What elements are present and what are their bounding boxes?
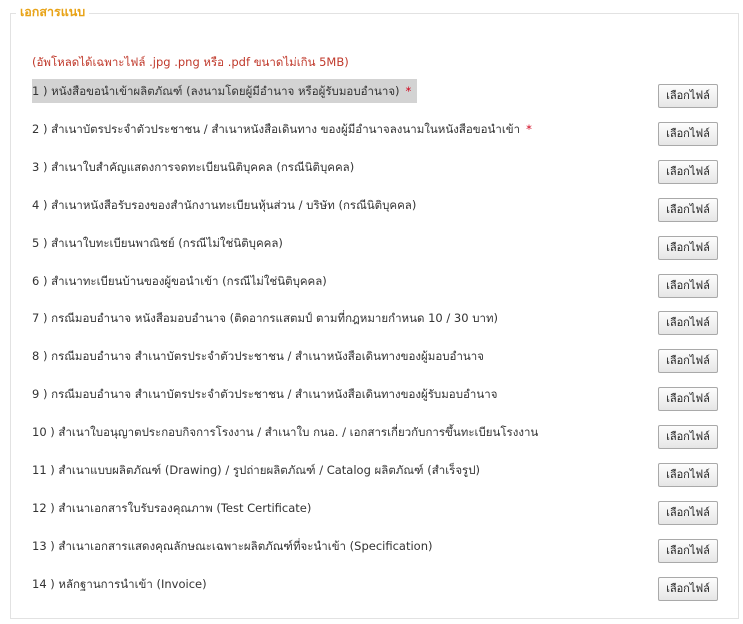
- document-row: 5 ) สำเนาใบทะเบียนพาณิชย์ (กรณีไม่ใช่นิต…: [32, 231, 720, 260]
- required-marker: *: [405, 84, 412, 98]
- document-label: 12 ) สำเนาเอกสารใบรับรองคุณภาพ (Test Cer…: [32, 496, 311, 520]
- upload-notice: (อัพโหลดได้เฉพาะไฟล์ .jpg .png หรือ .pdf…: [32, 55, 349, 69]
- choose-file-button[interactable]: เลือกไฟล์: [658, 349, 718, 373]
- choose-file-button[interactable]: เลือกไฟล์: [658, 198, 718, 222]
- document-row: 7 ) กรณีมอบอำนาจ หนังสือมอบอำนาจ (ติดอาก…: [32, 306, 720, 335]
- choose-file-button[interactable]: เลือกไฟล์: [658, 274, 718, 298]
- choose-file-button[interactable]: เลือกไฟล์: [658, 425, 718, 449]
- document-label: 7 ) กรณีมอบอำนาจ หนังสือมอบอำนาจ (ติดอาก…: [32, 306, 498, 330]
- document-label-text: 5 ) สำเนาใบทะเบียนพาณิชย์ (กรณีไม่ใช่นิต…: [32, 236, 283, 250]
- document-label-text: 3 ) สำเนาใบสำคัญแสดงการจดทะเบียนนิติบุคค…: [32, 160, 355, 174]
- document-label-text: 4 ) สำเนาหนังสือรับรองของสำนักงานทะเบียน…: [32, 198, 417, 212]
- document-label-text: 10 ) สำเนาใบอนุญาตประกอบกิจการโรงงาน / ส…: [32, 425, 539, 439]
- document-row: 12 ) สำเนาเอกสารใบรับรองคุณภาพ (Test Cer…: [32, 496, 720, 525]
- document-label: 5 ) สำเนาใบทะเบียนพาณิชย์ (กรณีไม่ใช่นิต…: [32, 231, 283, 255]
- document-row: 10 ) สำเนาใบอนุญาตประกอบกิจการโรงงาน / ส…: [32, 420, 720, 449]
- document-label-text: 11 ) สำเนาแบบผลิตภัณฑ์ (Drawing) / รูปถ่…: [32, 463, 481, 477]
- document-label: 11 ) สำเนาแบบผลิตภัณฑ์ (Drawing) / รูปถ่…: [32, 458, 480, 482]
- document-label-text: 8 ) กรณีมอบอำนาจ สำเนาบัตรประจำตัวประชาช…: [32, 349, 484, 363]
- document-row: 6 ) สำเนาทะเบียนบ้านของผู้ขอนำเข้า (กรณี…: [32, 269, 720, 298]
- document-row: 11 ) สำเนาแบบผลิตภัณฑ์ (Drawing) / รูปถ่…: [32, 458, 720, 487]
- document-label: 13 ) สำเนาเอกสารแสดงคุณลักษณะเฉพาะผลิตภั…: [32, 534, 432, 558]
- choose-file-button[interactable]: เลือกไฟล์: [658, 122, 718, 146]
- document-row: 3 ) สำเนาใบสำคัญแสดงการจดทะเบียนนิติบุคค…: [32, 155, 720, 184]
- required-marker: *: [526, 122, 532, 136]
- document-row: 1 ) หนังสือขอนำเข้าผลิตภัณฑ์ (ลงนามโดยผู…: [32, 79, 720, 108]
- document-label: 14 ) หลักฐานการนำเข้า (Invoice): [32, 572, 207, 596]
- document-row: 4 ) สำเนาหนังสือรับรองของสำนักงานทะเบียน…: [32, 193, 720, 222]
- document-row: 9 ) กรณีมอบอำนาจ สำเนาบัตรประจำตัวประชาช…: [32, 382, 720, 411]
- document-label: 8 ) กรณีมอบอำนาจ สำเนาบัตรประจำตัวประชาช…: [32, 344, 484, 368]
- choose-file-button[interactable]: เลือกไฟล์: [658, 463, 718, 487]
- choose-file-button[interactable]: เลือกไฟล์: [658, 501, 718, 525]
- document-label-text: 1 ) หนังสือขอนำเข้าผลิตภัณฑ์ (ลงนามโดยผู…: [32, 84, 400, 98]
- document-label-text: 9 ) กรณีมอบอำนาจ สำเนาบัตรประจำตัวประชาช…: [32, 387, 498, 401]
- choose-file-button[interactable]: เลือกไฟล์: [658, 236, 718, 260]
- document-label-text: 2 ) สำเนาบัตรประจำตัวประชาชน / สำเนาหนัง…: [32, 122, 521, 136]
- document-label: 2 ) สำเนาบัตรประจำตัวประชาชน / สำเนาหนัง…: [32, 117, 532, 141]
- document-label: 3 ) สำเนาใบสำคัญแสดงการจดทะเบียนนิติบุคค…: [32, 155, 354, 179]
- choose-file-button[interactable]: เลือกไฟล์: [658, 84, 718, 108]
- choose-file-button[interactable]: เลือกไฟล์: [658, 311, 718, 335]
- document-label: 6 ) สำเนาทะเบียนบ้านของผู้ขอนำเข้า (กรณี…: [32, 269, 327, 293]
- attachments-legend: เอกสารแนบ: [16, 4, 90, 20]
- document-label-text: 14 ) หลักฐานการนำเข้า (Invoice): [32, 577, 207, 591]
- document-label-text: 7 ) กรณีมอบอำนาจ หนังสือมอบอำนาจ (ติดอาก…: [32, 311, 499, 325]
- document-row: 8 ) กรณีมอบอำนาจ สำเนาบัตรประจำตัวประชาช…: [32, 344, 720, 373]
- document-row: 13 ) สำเนาเอกสารแสดงคุณลักษณะเฉพาะผลิตภั…: [32, 534, 720, 563]
- document-label: 9 ) กรณีมอบอำนาจ สำเนาบัตรประจำตัวประชาช…: [32, 382, 497, 406]
- document-label-text: 12 ) สำเนาเอกสารใบรับรองคุณภาพ (Test Cer…: [32, 501, 312, 515]
- choose-file-button[interactable]: เลือกไฟล์: [658, 160, 718, 184]
- document-label: 10 ) สำเนาใบอนุญาตประกอบกิจการโรงงาน / ส…: [32, 420, 538, 444]
- choose-file-button[interactable]: เลือกไฟล์: [658, 577, 718, 601]
- document-label-text: 6 ) สำเนาทะเบียนบ้านของผู้ขอนำเข้า (กรณี…: [32, 274, 327, 288]
- choose-file-button[interactable]: เลือกไฟล์: [658, 539, 718, 563]
- document-label-text: 13 ) สำเนาเอกสารแสดงคุณลักษณะเฉพาะผลิตภั…: [32, 539, 433, 553]
- document-row: 2 ) สำเนาบัตรประจำตัวประชาชน / สำเนาหนัง…: [32, 117, 720, 146]
- document-row: 14 ) หลักฐานการนำเข้า (Invoice) เลือกไฟล์: [32, 572, 720, 601]
- document-label: 4 ) สำเนาหนังสือรับรองของสำนักงานทะเบียน…: [32, 193, 416, 217]
- document-label: 1 ) หนังสือขอนำเข้าผลิตภัณฑ์ (ลงนามโดยผู…: [32, 79, 418, 103]
- choose-file-button[interactable]: เลือกไฟล์: [658, 387, 718, 411]
